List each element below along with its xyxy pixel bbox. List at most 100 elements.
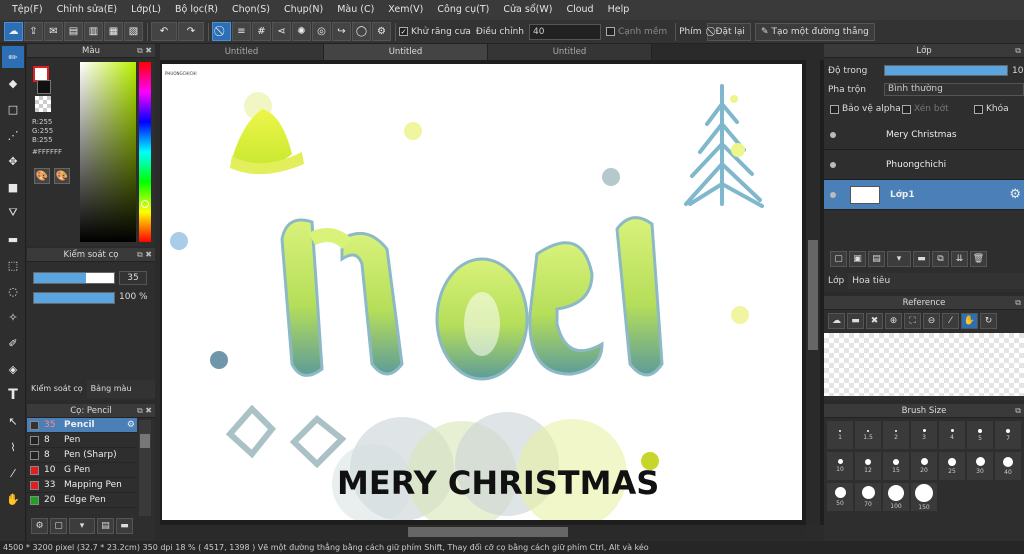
- magic-wand-tool-icon[interactable]: ✧: [2, 306, 24, 328]
- menu-layer[interactable]: Lớp(L): [124, 0, 168, 20]
- panel-close-icon[interactable]: ⧉: [1015, 404, 1021, 418]
- undo-icon[interactable]: ↶: [151, 22, 177, 41]
- tab-untitled-3[interactable]: Untitled: [488, 44, 652, 60]
- brush-tool-icon[interactable]: ✏: [2, 46, 24, 68]
- blend-select[interactable]: Bình thường: [884, 83, 1024, 96]
- close-reference-icon[interactable]: ✖: [866, 313, 883, 329]
- palette-add-icon[interactable]: 🎨: [54, 168, 70, 184]
- brush-size-option[interactable]: 7: [995, 421, 1021, 449]
- menu-capture[interactable]: Chụp(N): [277, 0, 330, 20]
- menu-window[interactable]: Cửa sổ(W): [496, 0, 559, 20]
- tab-untitled-2[interactable]: Untitled: [324, 44, 488, 60]
- brush-item-pen-sharp[interactable]: 8 Pen (Sharp): [27, 448, 137, 463]
- brush-size-option[interactable]: 40: [995, 452, 1021, 480]
- menu-tools[interactable]: Công cụ(T): [430, 0, 496, 20]
- panel-close-icon[interactable]: ⧉ ✖: [137, 44, 152, 58]
- canvas-horizontal-scrollbar[interactable]: [160, 525, 806, 539]
- dot-tool-icon[interactable]: ⋰: [2, 124, 24, 146]
- layer-row-mery-christmas[interactable]: Mery Christmas: [824, 120, 1024, 150]
- canvas-vertical-scrollbar[interactable]: [806, 60, 820, 525]
- eraser-tool-icon[interactable]: ◆: [2, 72, 24, 94]
- menu-edit[interactable]: Chỉnh sửa(E): [50, 0, 125, 20]
- lasso-tool-icon[interactable]: ◌: [2, 280, 24, 302]
- eyedropper-tool-icon[interactable]: ⁄: [2, 462, 24, 484]
- zoom-out-icon[interactable]: ⊖: [923, 313, 940, 329]
- lock-checkbox[interactable]: [974, 104, 983, 114]
- menu-color[interactable]: Màu (C): [330, 0, 381, 20]
- menu-help[interactable]: Help: [601, 0, 637, 20]
- hand-tool-icon[interactable]: ✋: [2, 488, 24, 510]
- brush-size-option[interactable]: 1.5: [855, 421, 881, 449]
- zoom-in-icon[interactable]: ⊕: [885, 313, 902, 329]
- transparent-swatch[interactable]: [35, 96, 51, 112]
- layer-row-phuongchichi[interactable]: Phuongchichi: [824, 150, 1024, 180]
- operation-tool-icon[interactable]: ↖: [2, 410, 24, 432]
- share-icon[interactable]: ▧: [124, 22, 143, 41]
- cloud-download-icon[interactable]: ☁: [828, 313, 845, 329]
- merge-layer-icon[interactable]: ⇊: [951, 251, 968, 267]
- ellipse-snap-icon[interactable]: ◯: [352, 22, 371, 41]
- visibility-icon[interactable]: [830, 131, 836, 138]
- brush-size-option[interactable]: 3: [911, 421, 937, 449]
- visibility-icon[interactable]: [830, 191, 836, 198]
- reset-button[interactable]: ⃠Đặt lại: [706, 22, 751, 41]
- brush-size-value[interactable]: 35: [119, 271, 147, 285]
- no-snap-icon[interactable]: ⃠: [212, 22, 231, 41]
- layer-row-lop1[interactable]: Lớp1 ⚙: [824, 180, 1024, 210]
- menu-file[interactable]: Tệp(F): [5, 0, 50, 20]
- clipping-checkbox[interactable]: [902, 104, 911, 114]
- add-layer-menu-icon[interactable]: ▾: [887, 251, 911, 267]
- export-icon[interactable]: ⇪: [24, 22, 43, 41]
- panel-close-icon[interactable]: ⧉ ✖: [137, 248, 152, 262]
- gradient-tool-icon[interactable]: ▬: [2, 228, 24, 250]
- tab-navigator[interactable]: Hoa tiêu: [848, 273, 894, 289]
- brush-size-option[interactable]: 50: [827, 483, 853, 511]
- hue-slider[interactable]: [139, 62, 151, 242]
- curve-snap-icon[interactable]: ↪: [332, 22, 351, 41]
- protect-alpha-checkbox[interactable]: [830, 104, 839, 114]
- brush-item-pencil[interactable]: 35 Pencil ⚙: [27, 418, 137, 433]
- smooth-edge-toggle[interactable]: Cạnh mềm: [605, 27, 667, 37]
- drawing-canvas[interactable]: MERY CHRISTMAS PHUONGCHICHI: [162, 64, 802, 520]
- divide-tool-icon[interactable]: ⌇: [2, 436, 24, 458]
- tab-brush-control[interactable]: Kiểm soát cọ: [27, 380, 87, 398]
- redo-icon[interactable]: ↷: [178, 22, 204, 41]
- menu-view[interactable]: Xem(V): [381, 0, 430, 20]
- brush-size-option[interactable]: 1: [827, 421, 853, 449]
- brush-item-g-pen[interactable]: 10 G Pen: [27, 463, 137, 478]
- brush-item-edge-pen[interactable]: 20 Edge Pen: [27, 493, 137, 508]
- circle-snap-icon[interactable]: ◎: [312, 22, 331, 41]
- copy-brush-icon[interactable]: ▤: [97, 518, 114, 534]
- panel-close-icon[interactable]: ⧉ ✖: [137, 404, 152, 418]
- bucket-tool-icon[interactable]: ⛛: [2, 202, 24, 224]
- select-rect-tool-icon[interactable]: ⬚: [2, 254, 24, 276]
- open-folder-icon[interactable]: ▬: [847, 313, 864, 329]
- tab-layer[interactable]: Lớp: [824, 273, 849, 289]
- clipping-toggle[interactable]: Xén bớt: [902, 104, 949, 114]
- brush-list-scroll-thumb[interactable]: [140, 434, 150, 448]
- brush-list-scrollbar[interactable]: [139, 420, 151, 516]
- panel-close-icon[interactable]: ⧉: [1015, 44, 1021, 58]
- select-pen-tool-icon[interactable]: ✐: [2, 332, 24, 354]
- brush-size-option[interactable]: 2: [883, 421, 909, 449]
- new-layer-8bit-icon[interactable]: ▣: [849, 251, 866, 267]
- brush-item-pen[interactable]: 8 Pen: [27, 433, 137, 448]
- document-icon[interactable]: ▥: [84, 22, 103, 41]
- reference-view[interactable]: [824, 333, 1024, 396]
- gear-icon[interactable]: ⚙: [127, 420, 135, 430]
- rect-tool-icon[interactable]: □: [2, 98, 24, 120]
- brush-size-option[interactable]: 100: [883, 483, 909, 511]
- palette-icon[interactable]: 🎨: [34, 168, 50, 184]
- new-brush-icon[interactable]: ▢: [50, 518, 67, 534]
- perspective-snap-icon[interactable]: ⋖: [272, 22, 291, 41]
- menu-select[interactable]: Chọn(S): [225, 0, 277, 20]
- brush-menu-icon[interactable]: ▾: [69, 518, 95, 534]
- comment-icon[interactable]: ▤: [64, 22, 83, 41]
- move-tool-icon[interactable]: ✥: [2, 150, 24, 172]
- antialias-toggle[interactable]: ✓ Khử răng cưa: [399, 27, 471, 37]
- brush-size-option[interactable]: 10: [827, 452, 853, 480]
- duplicate-layer-icon[interactable]: ⧉: [932, 251, 949, 267]
- canvas-hscroll-thumb[interactable]: [408, 527, 568, 537]
- radial-snap-icon[interactable]: ✺: [292, 22, 311, 41]
- tab-color-palette[interactable]: Bảng màu: [87, 380, 136, 398]
